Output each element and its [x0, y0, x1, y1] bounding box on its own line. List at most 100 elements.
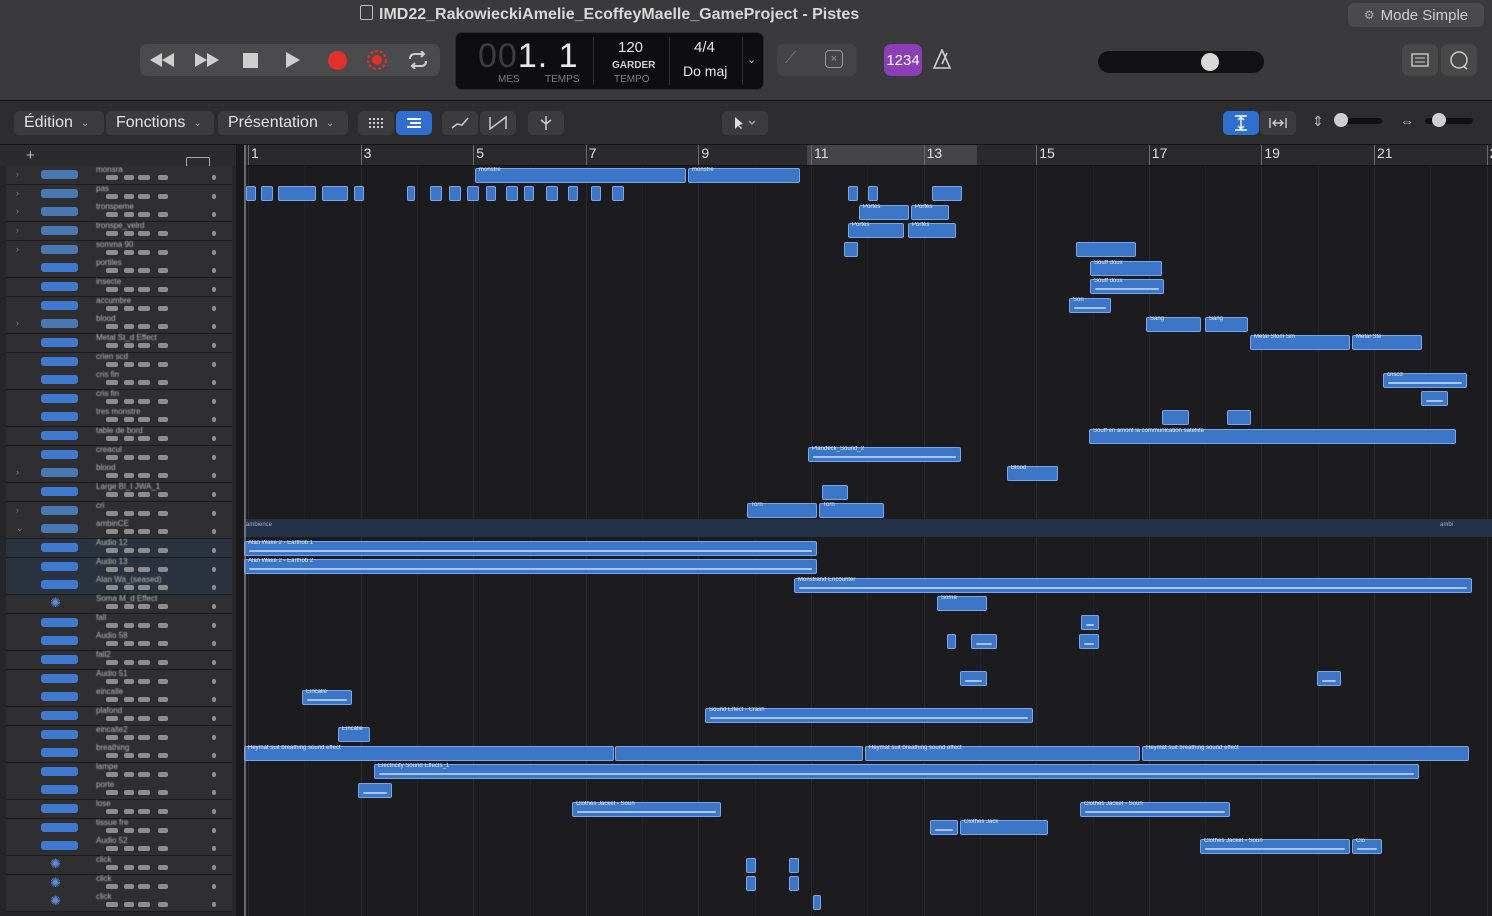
track-controls[interactable]: [106, 342, 216, 349]
metronome-icon[interactable]: [932, 48, 952, 74]
track-header[interactable]: › tronspeme: [6, 202, 232, 223]
automation-icon[interactable]: [442, 111, 478, 135]
track-name[interactable]: Metal St_d Effect: [96, 333, 226, 342]
track-header[interactable]: Large Bl_I JWA_1: [6, 482, 232, 503]
cycle-area[interactable]: [807, 145, 977, 165]
track-controls[interactable]: [106, 641, 216, 647]
track-header[interactable]: creacul: [6, 445, 232, 465]
track-header[interactable]: lampe: [6, 762, 232, 782]
track-controls[interactable]: [106, 249, 216, 256]
list-view-icon[interactable]: [396, 111, 432, 135]
track-name[interactable]: lampe: [96, 762, 226, 771]
mode-simple-button[interactable]: ⚙ Mode Simple: [1348, 3, 1484, 27]
track-controls[interactable]: [106, 324, 216, 330]
disclosure-triangle-icon[interactable]: ›: [16, 244, 19, 254]
disclosure-triangle-icon[interactable]: ›: [16, 206, 19, 216]
disclosure-triangle-icon[interactable]: ›: [16, 467, 19, 477]
track-header[interactable]: ✺ click: [6, 855, 232, 876]
stop-icon[interactable]: [235, 46, 265, 74]
audio-region[interactable]: Clothes Jacket - Soun: [1080, 801, 1230, 817]
cycle-icon[interactable]: [403, 46, 433, 74]
audio-region[interactable]: [467, 186, 479, 202]
audio-region[interactable]: [1227, 409, 1251, 425]
audio-region[interactable]: [449, 186, 461, 202]
audio-region[interactable]: Sori: [1069, 297, 1111, 314]
track-header[interactable]: crien scd: [6, 352, 232, 372]
master-volume-slider[interactable]: [1098, 51, 1264, 73]
audio-region[interactable]: criscd: [1383, 372, 1467, 388]
audio-region[interactable]: [930, 820, 958, 836]
menu-presentation[interactable]: Présentation ⌄: [218, 111, 348, 135]
audio-region[interactable]: Portes: [911, 204, 949, 220]
disclosure-triangle-icon[interactable]: ›: [16, 225, 19, 235]
track-name[interactable]: click: [96, 874, 226, 883]
track-controls[interactable]: [106, 603, 216, 610]
disclosure-triangle-icon[interactable]: ›: [16, 505, 19, 515]
audio-region[interactable]: [960, 671, 987, 687]
playhead[interactable]: [244, 145, 246, 916]
track-controls[interactable]: [106, 492, 216, 498]
play-icon[interactable]: [278, 46, 308, 74]
audio-region[interactable]: [407, 186, 415, 202]
audio-region[interactable]: Portes: [859, 204, 909, 220]
audio-region[interactable]: Alan Wake 2 - Earthob 1: [244, 540, 817, 556]
track-name[interactable]: monsra: [96, 165, 226, 174]
audio-region[interactable]: Portes: [908, 222, 956, 239]
track-controls[interactable]: [106, 697, 216, 703]
track-name[interactable]: somma 90: [96, 240, 226, 249]
audio-region[interactable]: Metal Stom Sm: [1250, 334, 1350, 351]
track-controls[interactable]: [106, 454, 216, 461]
track-name[interactable]: cris fin: [96, 389, 226, 398]
track-name[interactable]: Large Bl_I JWA_1: [96, 482, 226, 491]
track-header[interactable]: Audio 58: [6, 631, 232, 652]
track-name[interactable]: lose: [96, 799, 226, 808]
track-controls[interactable]: [106, 753, 216, 759]
track-controls[interactable]: [106, 678, 216, 685]
audio-region[interactable]: [746, 857, 756, 873]
audio-region[interactable]: Alan Wake 2 - Earthob 2: [244, 558, 817, 575]
record-icon[interactable]: [322, 46, 352, 74]
audio-region[interactable]: [568, 186, 578, 202]
menu-edition[interactable]: Édition ⌄: [14, 111, 104, 135]
audio-region[interactable]: Heymat suit breathing sound effect: [865, 745, 1140, 761]
notepad-icon[interactable]: [1402, 44, 1438, 76]
add-track-button[interactable]: +: [26, 147, 35, 164]
menu-fonctions[interactable]: Fonctions ⌄: [106, 111, 214, 135]
track-header[interactable]: ✺ click: [6, 892, 232, 913]
track-name[interactable]: porte: [96, 780, 226, 789]
track-name[interactable]: eincalle2: [96, 725, 226, 734]
track-controls[interactable]: [106, 212, 216, 218]
track-name[interactable]: Audio 12: [96, 538, 226, 547]
audio-region[interactable]: [615, 745, 863, 761]
track-controls[interactable]: [106, 268, 216, 274]
audio-region[interactable]: Eincalle: [302, 689, 352, 705]
audio-region[interactable]: [1081, 615, 1099, 631]
track-controls[interactable]: [106, 846, 216, 852]
track-controls[interactable]: [106, 305, 216, 312]
tracks-area[interactable]: ambience ambi monstre monstre Portes Portes P…: [244, 166, 1492, 916]
audio-region[interactable]: Plandeck_Sound_2: [808, 446, 961, 463]
track-controls[interactable]: [106, 734, 216, 741]
track-header[interactable]: › cri: [6, 501, 232, 521]
track-header[interactable]: › somma 90: [6, 240, 232, 260]
track-controls[interactable]: [106, 865, 216, 871]
audio-region[interactable]: monstre: [475, 167, 686, 183]
track-header[interactable]: table de bord: [6, 426, 232, 447]
audio-region[interactable]: Eincalle: [338, 726, 370, 742]
audio-region[interactable]: [278, 186, 316, 202]
audio-region[interactable]: [1079, 633, 1099, 649]
audio-region[interactable]: Sang: [1146, 316, 1201, 332]
track-header[interactable]: Alan Wa_(seased): [6, 575, 232, 596]
track-name[interactable]: plafond: [96, 706, 226, 715]
track-header[interactable]: accumbre: [6, 296, 232, 316]
grid-view-icon[interactable]: [358, 111, 394, 135]
track-controls[interactable]: [106, 659, 216, 666]
track-header[interactable]: Audio 12: [6, 538, 232, 558]
track-name[interactable]: eincalle: [96, 687, 226, 696]
track-name[interactable]: accumbre: [96, 296, 226, 305]
track-header[interactable]: insecte: [6, 277, 232, 297]
audio-region[interactable]: [506, 186, 518, 202]
vertical-zoom-slider[interactable]: [1334, 113, 1382, 127]
track-controls[interactable]: [106, 529, 216, 535]
volume-knob[interactable]: [1201, 53, 1219, 71]
